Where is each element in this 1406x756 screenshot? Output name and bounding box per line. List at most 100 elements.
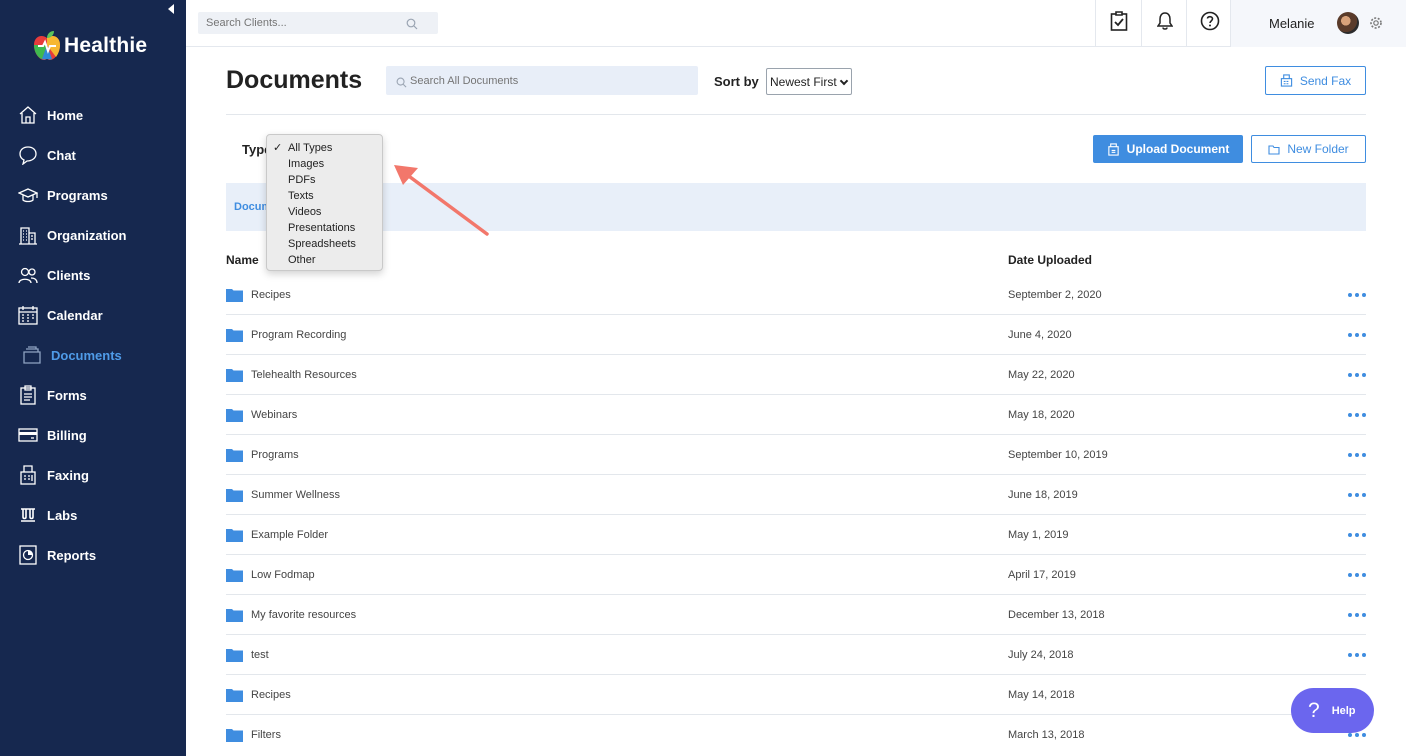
sidebar-item-faxing[interactable]: Faxing xyxy=(0,455,186,495)
client-search[interactable] xyxy=(198,12,438,34)
table-row[interactable]: test July 24, 2018 xyxy=(226,635,1366,675)
row-name[interactable]: Recipes xyxy=(251,689,291,701)
folder-icon xyxy=(226,288,243,302)
sidebar-item-clients[interactable]: Clients xyxy=(0,255,186,295)
dropdown-option-pdfs[interactable]: PDFs xyxy=(267,173,382,189)
user-name[interactable]: Melanie xyxy=(1269,16,1315,31)
documents-icon xyxy=(22,345,42,365)
dropdown-option-spreadsheets[interactable]: Spreadsheets xyxy=(267,237,382,253)
table-row[interactable]: Webinars May 18, 2020 xyxy=(226,395,1366,435)
new-folder-button[interactable]: New Folder xyxy=(1251,135,1366,163)
row-date: June 18, 2019 xyxy=(1008,489,1078,501)
row-name[interactable]: Filters xyxy=(251,729,281,741)
more-options-icon[interactable] xyxy=(1348,528,1366,542)
row-name[interactable]: My favorite resources xyxy=(251,609,356,621)
sidebar-item-forms[interactable]: Forms xyxy=(0,375,186,415)
more-options-icon[interactable] xyxy=(1348,288,1366,302)
sidebar-item-label: Billing xyxy=(47,427,87,443)
row-name[interactable]: test xyxy=(251,649,269,661)
dropdown-option-label: Other xyxy=(288,254,316,266)
help-center-button[interactable] xyxy=(1186,0,1232,47)
row-name[interactable]: Programs xyxy=(251,449,299,461)
upload-icon xyxy=(1107,142,1120,156)
table-row[interactable]: Example Folder May 1, 2019 xyxy=(226,515,1366,555)
sidebar-item-home[interactable]: Home xyxy=(0,95,186,135)
row-name[interactable]: Webinars xyxy=(251,409,297,421)
dropdown-option-texts[interactable]: Texts xyxy=(267,189,382,205)
table-row[interactable]: Filters March 13, 2018 xyxy=(226,715,1366,755)
user-menu[interactable]: Melanie xyxy=(1230,0,1406,47)
notifications-button[interactable] xyxy=(1141,0,1187,47)
table-row[interactable]: Program Recording June 4, 2020 xyxy=(226,315,1366,355)
sidebar-item-documents[interactable]: Documents xyxy=(0,335,186,375)
sidebar-item-chat[interactable]: Chat xyxy=(0,135,186,175)
sidebar-item-label: Documents xyxy=(51,347,122,363)
row-name[interactable]: Example Folder xyxy=(251,529,328,541)
table-row[interactable]: Low Fodmap April 17, 2019 xyxy=(226,555,1366,595)
search-icon[interactable] xyxy=(406,17,418,35)
gear-icon[interactable] xyxy=(1369,16,1383,35)
dropdown-option-videos[interactable]: Videos xyxy=(267,205,382,221)
table-row[interactable]: Summer Wellness June 18, 2019 xyxy=(226,475,1366,515)
table-row[interactable]: Programs September 10, 2019 xyxy=(226,435,1366,475)
help-button[interactable]: ? Help xyxy=(1291,688,1374,733)
dropdown-option-all-types[interactable]: ✓ All Types xyxy=(267,141,382,157)
more-options-icon[interactable] xyxy=(1348,648,1366,662)
table-row[interactable]: Telehealth Resources May 22, 2020 xyxy=(226,355,1366,395)
sidebar-item-label: Calendar xyxy=(47,307,103,323)
logo[interactable]: Healthie xyxy=(32,28,147,64)
table-row[interactable]: Recipes September 2, 2020 xyxy=(226,275,1366,315)
row-date: September 10, 2019 xyxy=(1008,449,1108,461)
upload-document-button[interactable]: Upload Document xyxy=(1093,135,1243,163)
page-title: Documents xyxy=(226,66,363,94)
table-row[interactable]: My favorite resources December 13, 2018 xyxy=(226,595,1366,635)
tasks-button[interactable] xyxy=(1095,0,1141,47)
clipboard-check-icon xyxy=(1110,11,1128,36)
dropdown-option-presentations[interactable]: Presentations xyxy=(267,221,382,237)
more-options-icon[interactable] xyxy=(1348,368,1366,382)
document-search[interactable] xyxy=(386,66,698,95)
sidebar-nav: Home Chat Programs Organization Clients xyxy=(0,95,186,575)
sidebar-item-reports[interactable]: Reports xyxy=(0,535,186,575)
collapse-sidebar-icon[interactable] xyxy=(168,4,174,14)
dropdown-option-images[interactable]: Images xyxy=(267,157,382,173)
type-filter-dropdown[interactable]: ✓ All Types Images PDFs Texts Videos Pre… xyxy=(266,134,383,271)
sidebar-item-calendar[interactable]: Calendar xyxy=(0,295,186,335)
row-name[interactable]: Summer Wellness xyxy=(251,489,340,501)
column-header-name[interactable]: Name xyxy=(226,253,259,267)
avatar[interactable] xyxy=(1337,12,1359,34)
more-options-icon[interactable] xyxy=(1348,448,1366,462)
sidebar-item-organization[interactable]: Organization xyxy=(0,215,186,255)
sidebar-item-labs[interactable]: Labs xyxy=(0,495,186,535)
sidebar-item-label: Programs xyxy=(47,187,108,203)
sidebar-item-billing[interactable]: Billing xyxy=(0,415,186,455)
column-header-date[interactable]: Date Uploaded xyxy=(1008,253,1092,267)
table-row[interactable]: Recipes May 14, 2018 xyxy=(226,675,1366,715)
more-options-icon[interactable] xyxy=(1348,328,1366,342)
more-options-icon[interactable] xyxy=(1348,568,1366,582)
sort-select[interactable]: Newest First xyxy=(766,68,852,95)
more-options-icon[interactable] xyxy=(1348,608,1366,622)
folder-icon xyxy=(226,368,243,382)
more-options-icon[interactable] xyxy=(1348,408,1366,422)
row-name[interactable]: Telehealth Resources xyxy=(251,369,357,381)
new-folder-label: New Folder xyxy=(1287,142,1349,156)
folder-icon xyxy=(226,328,243,342)
folder-icon xyxy=(226,648,243,662)
sidebar-item-label: Forms xyxy=(47,387,87,403)
sidebar-item-programs[interactable]: Programs xyxy=(0,175,186,215)
checkmark-icon: ✓ xyxy=(273,142,283,154)
row-date: December 13, 2018 xyxy=(1008,609,1105,621)
question-mark-icon: ? xyxy=(1308,698,1320,722)
folder-icon xyxy=(226,688,243,702)
row-name[interactable]: Recipes xyxy=(251,289,291,301)
dropdown-option-other[interactable]: Other xyxy=(267,253,382,269)
home-icon xyxy=(18,105,38,125)
send-fax-button[interactable]: Send Fax xyxy=(1265,66,1366,95)
row-name[interactable]: Low Fodmap xyxy=(251,569,315,581)
row-name[interactable]: Program Recording xyxy=(251,329,346,341)
document-search-input[interactable] xyxy=(386,66,676,95)
client-search-input[interactable] xyxy=(198,12,398,34)
more-options-icon[interactable] xyxy=(1348,488,1366,502)
reports-icon xyxy=(18,545,38,565)
